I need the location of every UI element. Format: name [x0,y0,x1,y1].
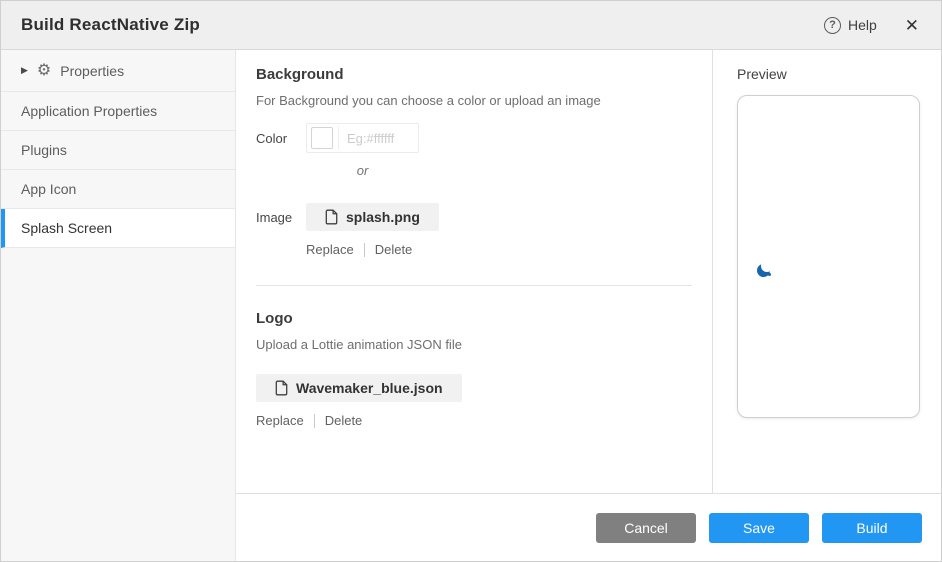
build-button[interactable]: Build [822,513,922,543]
sidebar-item-label: Plugins [21,142,67,158]
sidebar-item-splash-screen[interactable]: Splash Screen [1,209,235,248]
link-divider [314,414,315,428]
background-section-title: Background [256,66,692,83]
help-label: Help [848,17,877,33]
dialog-title: Build ReactNative Zip [21,15,200,35]
sidebar-item-label: Properties [60,63,124,79]
color-label: Color [256,131,306,146]
preview-panel: Preview [712,50,941,493]
preview-title: Preview [737,66,941,82]
image-label: Image [256,210,306,225]
sidebar-item-properties[interactable]: ▶ ⚙ Properties [1,50,235,92]
sidebar-item-app-icon[interactable]: App Icon [1,170,235,209]
image-delete-link[interactable]: Delete [375,242,413,257]
sidebar: ▶ ⚙ Properties Application Properties Pl… [1,50,236,561]
image-file-name: splash.png [346,209,420,225]
splash-preview-frame [737,95,920,418]
gear-icon: ⚙ [37,63,51,79]
dialog-body: ▶ ⚙ Properties Application Properties Pl… [1,50,941,561]
color-picker-field [306,123,419,153]
dialog-right-column: Background For Background you can choose… [236,50,941,561]
file-icon [325,209,338,225]
lottie-logo-crescent-icon [757,264,771,278]
sidebar-item-application-properties[interactable]: Application Properties [1,92,235,131]
logo-file-chip[interactable]: Wavemaker_blue.json [256,374,462,402]
logo-actions: Replace Delete [256,413,692,428]
sidebar-item-label: App Icon [21,181,76,197]
dialog-panels: Background For Background you can choose… [236,50,941,494]
color-field-row: Color [256,123,692,153]
link-divider [364,243,365,257]
dialog-header: Build ReactNative Zip ? Help ✕ [1,1,941,50]
sidebar-item-label: Splash Screen [21,220,112,236]
image-field-row: Image splash.png [256,203,692,231]
help-icon: ? [824,17,841,34]
sidebar-item-plugins[interactable]: Plugins [1,131,235,170]
logo-section-title: Logo [256,310,692,327]
build-reactnative-zip-dialog: Build ReactNative Zip ? Help ✕ ▶ ⚙ Prope… [0,0,942,562]
logo-replace-link[interactable]: Replace [256,413,304,428]
logo-file-name: Wavemaker_blue.json [296,380,443,396]
background-section-description: For Background you can choose a color or… [256,93,692,108]
close-icon[interactable]: ✕ [903,15,921,36]
cancel-button[interactable]: Cancel [596,513,696,543]
logo-delete-link[interactable]: Delete [325,413,363,428]
splash-screen-settings: Background For Background you can choose… [236,50,712,493]
color-swatch[interactable] [311,127,333,149]
save-button[interactable]: Save [709,513,809,543]
logo-file-row: Wavemaker_blue.json [256,374,692,402]
dialog-footer: Cancel Save Build [236,494,941,561]
help-button[interactable]: ? Help [824,17,877,34]
sidebar-item-label: Application Properties [21,103,157,119]
or-separator-label: or [306,163,419,178]
image-replace-link[interactable]: Replace [306,242,354,257]
file-icon [275,380,288,396]
logo-section-description: Upload a Lottie animation JSON file [256,337,692,352]
expand-arrow-icon[interactable]: ▶ [21,65,28,76]
header-actions: ? Help ✕ [824,15,921,36]
image-actions: Replace Delete [306,242,692,257]
color-input[interactable] [339,131,415,146]
section-divider [256,285,692,286]
image-file-chip[interactable]: splash.png [306,203,439,231]
